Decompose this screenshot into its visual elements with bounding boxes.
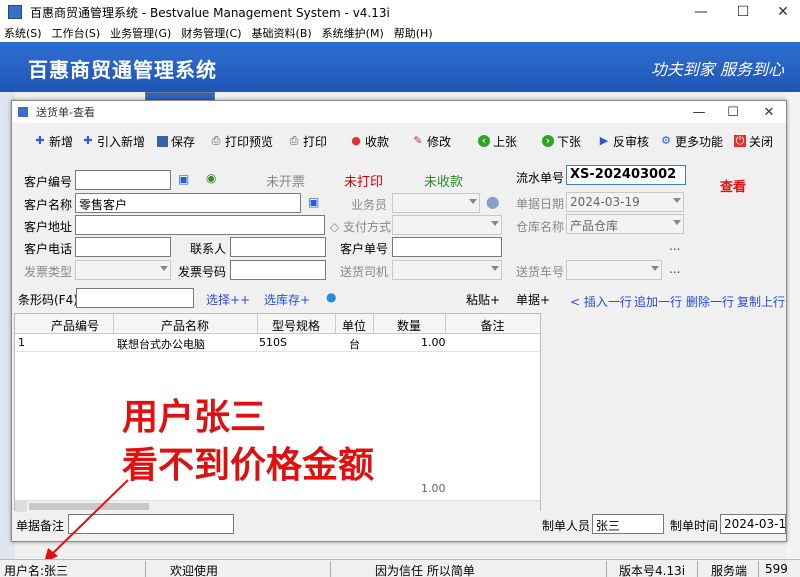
status-server: 服务端	[711, 564, 748, 577]
status-bar: 用户名:张三 欢迎使用 因为信任 所以简单 版本号4.13i 服务端 599	[0, 559, 800, 577]
status-motto: 因为信任 所以简单	[375, 564, 475, 577]
status-user: 用户名:张三	[4, 564, 69, 577]
status-welcome: 欢迎使用	[170, 564, 219, 577]
annotation-arrow	[44, 479, 129, 563]
status-version: 版本号4.13i	[619, 564, 686, 577]
status-code: 599	[765, 562, 788, 576]
